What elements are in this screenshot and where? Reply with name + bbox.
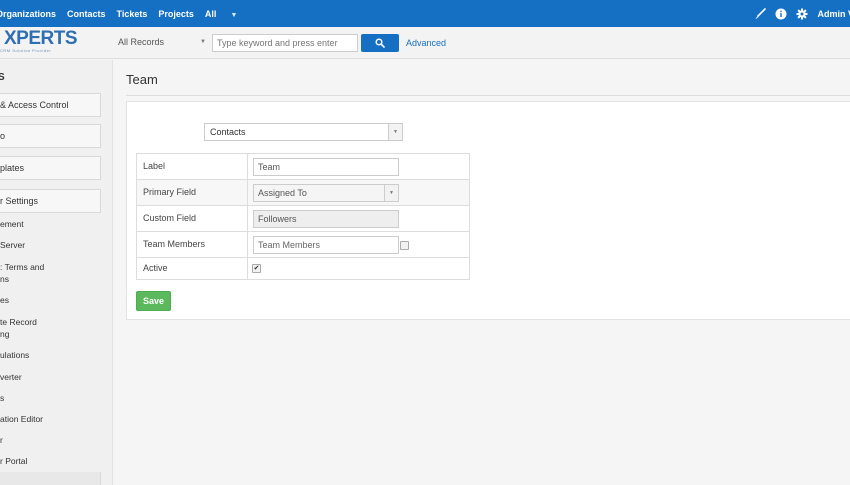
user-menu[interactable]: Admin V (817, 9, 850, 19)
sidebar-subitem[interactable]: es (0, 295, 9, 305)
search-scope-value: All Records (118, 37, 165, 47)
sidebar-group-templates[interactable]: plates (0, 156, 101, 180)
sidebar-subitem[interactable]: ns (0, 274, 9, 284)
sidebar-footer (0, 472, 101, 485)
search-scope-select[interactable]: All Records ▼ (114, 34, 210, 51)
active-label: Active (143, 263, 168, 273)
sidebar-subitem[interactable]: ation Editor (0, 414, 43, 424)
top-right-tools: Admin V (754, 0, 850, 27)
sidebar-heading: S (0, 72, 5, 83)
primary-field-value: Assigned To (258, 188, 307, 198)
table-row-active: Active ✔ (137, 258, 469, 279)
nav-projects[interactable]: Projects (158, 9, 194, 19)
module-select[interactable]: Contacts ▼ (204, 123, 403, 141)
team-settings-table: Label Team Primary Field Assigned To ▼ C… (136, 153, 470, 280)
sidebar-subitem[interactable]: verter (0, 372, 22, 382)
column-divider (247, 206, 248, 231)
nav-contacts[interactable]: Contacts (67, 9, 106, 19)
sidebar-subitem[interactable]: te Record (0, 317, 37, 327)
chevron-down-icon: ▼ (200, 39, 206, 45)
nav-all-label: All (204, 8, 217, 19)
logo-tagline: CRM Solution Provider (0, 48, 52, 53)
search-input[interactable] (212, 34, 358, 52)
column-divider (247, 258, 248, 279)
primary-field-select[interactable]: Assigned To ▼ (253, 184, 399, 202)
page-title: Team (126, 72, 158, 87)
label-field-label: Label (143, 161, 166, 171)
search-bar: XPERTS CRM Solution Provider All Records… (0, 27, 850, 59)
column-divider (247, 232, 248, 257)
sidebar-subitem[interactable]: s (0, 393, 4, 403)
primary-field-label: Primary Field (143, 187, 197, 197)
custom-field-label: Custom Field (143, 213, 197, 223)
label-input[interactable]: Team (253, 158, 399, 176)
gear-icon[interactable] (796, 8, 808, 20)
logo-brand-text: XPERTS (4, 28, 78, 49)
team-members-label: Team Members (143, 239, 206, 249)
chevron-down-icon: ▼ (230, 11, 238, 19)
sidebar-subitem[interactable]: ulations (0, 350, 29, 360)
logo-brand: XPERTS (4, 28, 78, 49)
advanced-search-link[interactable]: Advanced (406, 34, 446, 52)
nav-tickets[interactable]: Tickets (117, 9, 148, 19)
nav-organizations[interactable]: Organizations (0, 9, 56, 19)
sidebar-subitem[interactable]: ement (0, 219, 24, 229)
table-row-team-members: Team Members Team Members (137, 232, 469, 258)
nav-all[interactable]: All ▼ (205, 9, 248, 19)
team-members-checkbox[interactable] (400, 241, 409, 250)
module-select-value: Contacts (210, 127, 246, 137)
column-divider (247, 180, 248, 205)
active-checkbox[interactable]: ✔ (252, 264, 261, 273)
logo: XPERTS CRM Solution Provider (0, 29, 80, 55)
search-button[interactable] (361, 34, 399, 52)
sidebar-subitem[interactable]: Server (0, 240, 25, 250)
sidebar-subitem[interactable]: r Portal (0, 456, 27, 466)
main-nav: Organizations Contacts Tickets Projects … (0, 0, 259, 27)
sidebar-group-other-settings[interactable]: r Settings (0, 189, 101, 213)
column-divider (247, 154, 248, 179)
chevron-down-icon: ▼ (384, 185, 398, 201)
custom-field-input: Followers (253, 210, 399, 228)
save-button[interactable]: Save (136, 291, 171, 311)
title-divider (126, 95, 850, 96)
brush-icon[interactable] (754, 7, 767, 20)
sidebar-group-2[interactable]: o (0, 124, 101, 148)
search-icon (375, 38, 385, 48)
sidebar-subitem[interactable]: r (0, 435, 3, 445)
table-row-custom-field: Custom Field Followers (137, 206, 469, 232)
table-row-primary-field: Primary Field Assigned To ▼ (137, 180, 469, 206)
sidebar-group-access-control[interactable]: & Access Control (0, 93, 101, 117)
sidebar-subitem[interactable]: ng (0, 329, 9, 339)
team-members-input[interactable]: Team Members (253, 236, 399, 254)
table-row-label: Label Team (137, 154, 469, 180)
chevron-down-icon: ▼ (388, 124, 402, 140)
top-navbar: Organizations Contacts Tickets Projects … (0, 0, 850, 27)
info-icon[interactable] (775, 8, 787, 20)
checkmark-icon: ✔ (253, 265, 260, 272)
sidebar-subitem[interactable]: : Terms and (0, 262, 44, 272)
